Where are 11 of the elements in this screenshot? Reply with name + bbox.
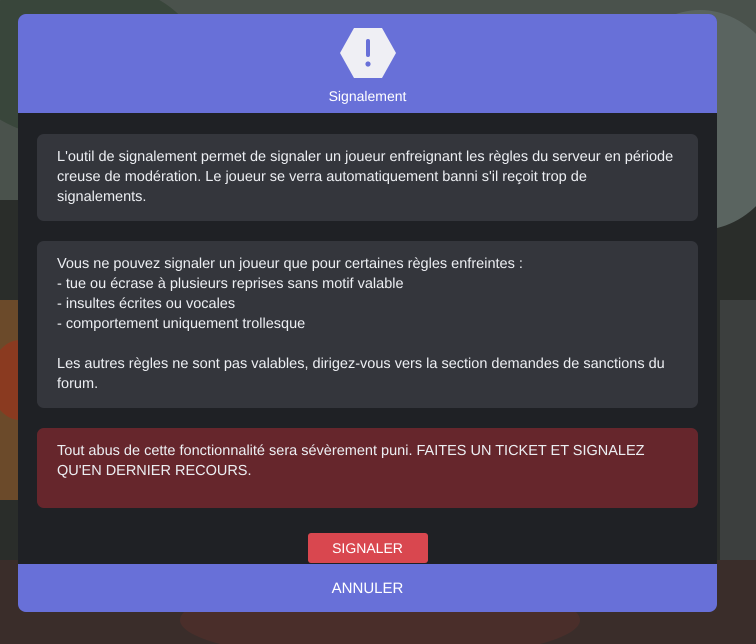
panel-text: Tout abus de cette fonctionnalité sera sévèrement puni. FAITES UN TICKET ET SIGNALEZ QU'EN DERNIER RECOURS. [57,442,646,481]
panel-text: - comportement uniquement trollesque [57,315,306,334]
panel-text: - tue ou écrase à plusieurs reprises sans motif valable [57,275,405,294]
dialog-title: Signalement [328,88,406,104]
panel-text: L'outil de signalement permet de signaler un joueur enfreignant les règles du serveur en période creuse de modération. Le joueur se verra automatiquement banni s'il reçoit trop de signalements. [57,148,674,207]
panel-text: Vous ne pouvez signaler un joueur que pour certaines règles enfreintes : [57,255,524,274]
report-button[interactable]: SIGNALER [308,533,428,563]
panel-text: Les autres règles ne sont pas valables, dirigez-vous vers la section demandes de sanctions du forum. [57,355,666,394]
panel-text: - insultes écrites ou vocales [57,295,236,314]
warning-icon [338,27,396,79]
cancel-button[interactable]: ANNULER [18,564,717,612]
